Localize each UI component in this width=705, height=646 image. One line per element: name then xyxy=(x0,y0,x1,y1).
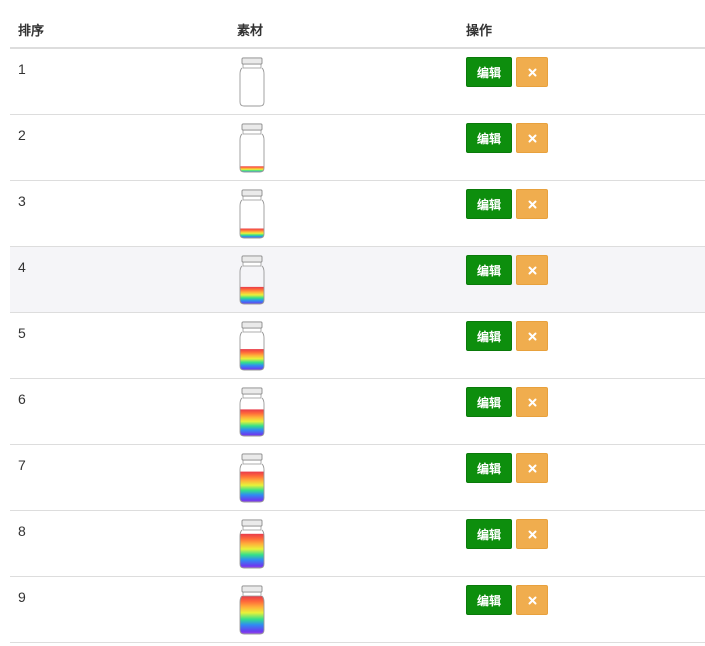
edit-button[interactable]: 编辑 xyxy=(466,519,512,549)
jar-image xyxy=(236,188,268,240)
delete-button[interactable] xyxy=(516,57,548,87)
table-row: 3 编辑 xyxy=(10,181,705,247)
material-table: 排序 素材 操作 1 编辑 2 编辑 3 编辑 4 编辑 5 编辑 6 编辑 7 编辑 8 编辑 9 编辑 xyxy=(10,0,705,643)
row-order: 1 xyxy=(18,61,26,77)
table-row: 8 编辑 xyxy=(10,511,705,577)
jar-image xyxy=(236,452,268,504)
table-row: 1 编辑 xyxy=(10,49,705,115)
close-icon xyxy=(528,464,537,473)
delete-button[interactable] xyxy=(516,255,548,285)
table-row: 2 编辑 xyxy=(10,115,705,181)
close-icon xyxy=(528,530,537,539)
row-order: 9 xyxy=(18,589,26,605)
row-order: 5 xyxy=(18,325,26,341)
row-order: 2 xyxy=(18,127,26,143)
table-row: 5 编辑 xyxy=(10,313,705,379)
row-order: 8 xyxy=(18,523,26,539)
jar-image xyxy=(236,386,268,438)
edit-button[interactable]: 编辑 xyxy=(466,189,512,219)
delete-button[interactable] xyxy=(516,123,548,153)
jar-image xyxy=(236,518,268,570)
edit-button[interactable]: 编辑 xyxy=(466,255,512,285)
close-icon xyxy=(528,398,537,407)
header-material: 素材 xyxy=(237,23,264,38)
close-icon xyxy=(528,134,537,143)
delete-button[interactable] xyxy=(516,519,548,549)
row-order: 7 xyxy=(18,457,26,473)
edit-button[interactable]: 编辑 xyxy=(466,123,512,153)
delete-button[interactable] xyxy=(516,387,548,417)
table-row: 9 编辑 xyxy=(10,577,705,643)
delete-button[interactable] xyxy=(516,585,548,615)
delete-button[interactable] xyxy=(516,453,548,483)
delete-button[interactable] xyxy=(516,189,548,219)
table-body: 1 编辑 2 编辑 3 编辑 4 编辑 5 编辑 6 编辑 7 编辑 8 编辑 9 编辑 xyxy=(10,49,705,643)
jar-image xyxy=(236,122,268,174)
row-order: 4 xyxy=(18,259,26,275)
close-icon xyxy=(528,68,537,77)
jar-image xyxy=(236,320,268,372)
table-header: 排序 素材 操作 xyxy=(10,0,705,49)
close-icon xyxy=(528,332,537,341)
row-order: 6 xyxy=(18,391,26,407)
close-icon xyxy=(528,200,537,209)
jar-image xyxy=(236,254,268,306)
header-order: 排序 xyxy=(18,23,45,38)
row-order: 3 xyxy=(18,193,26,209)
jar-image xyxy=(236,584,268,636)
edit-button[interactable]: 编辑 xyxy=(466,57,512,87)
table-row: 7 编辑 xyxy=(10,445,705,511)
table-row: 6 编辑 xyxy=(10,379,705,445)
close-icon xyxy=(528,266,537,275)
table-row: 4 编辑 xyxy=(10,247,705,313)
close-icon xyxy=(528,596,537,605)
edit-button[interactable]: 编辑 xyxy=(466,321,512,351)
jar-image xyxy=(236,56,268,108)
edit-button[interactable]: 编辑 xyxy=(466,453,512,483)
edit-button[interactable]: 编辑 xyxy=(466,585,512,615)
header-actions: 操作 xyxy=(466,23,493,38)
delete-button[interactable] xyxy=(516,321,548,351)
edit-button[interactable]: 编辑 xyxy=(466,387,512,417)
